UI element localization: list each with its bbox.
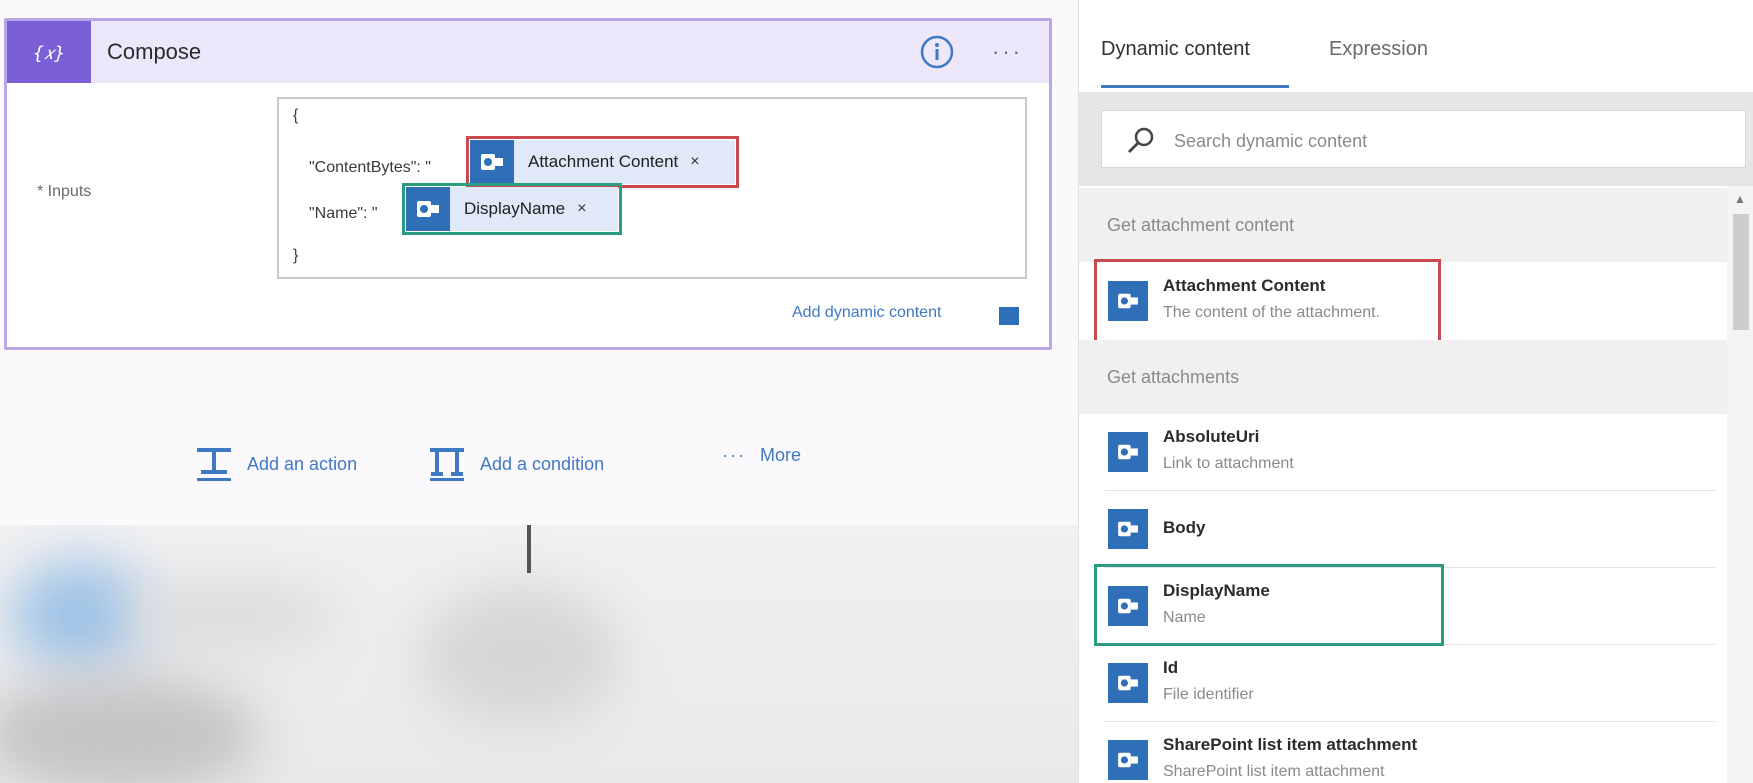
item-description: File identifier <box>1163 686 1254 703</box>
compose-header[interactable]: {𝑥} Compose ··· <box>7 21 1049 83</box>
outlook-icon <box>1108 740 1148 780</box>
dynamic-content-panel: Dynamic content Expression Get attachmen… <box>1078 0 1753 783</box>
inputs-field[interactable]: { "ContentBytes": " " "Name": " " } <box>277 97 1027 279</box>
dynamic-item-absoluteuri[interactable]: AbsoluteUri Link to attachment <box>1105 415 1715 491</box>
tab-expression[interactable]: Expression <box>1329 38 1428 61</box>
highlight-box <box>1094 564 1444 646</box>
search-box[interactable] <box>1101 110 1746 168</box>
variable-braces-icon: {𝑥} <box>7 21 91 83</box>
dynamic-item-sharepoint-list-item-attachment[interactable]: SharePoint list item attachment SharePoi… <box>1105 723 1715 783</box>
section-header-get-attachments: Get attachments <box>1079 340 1727 414</box>
dynamic-content-icon[interactable] <box>999 307 1019 325</box>
dynamic-item-body[interactable]: Body <box>1105 492 1715 568</box>
search-area <box>1079 92 1753 186</box>
outlook-icon <box>1108 509 1148 549</box>
more-options-button[interactable]: ··· <box>992 39 1023 65</box>
canvas-blurred-area <box>0 525 1078 783</box>
item-title: Body <box>1163 518 1206 537</box>
inputs-label: * Inputs <box>37 183 92 200</box>
add-condition-icon <box>430 448 464 481</box>
open-brace: { <box>293 107 299 124</box>
highlight-box <box>1094 259 1441 345</box>
compose-title: Compose <box>107 39 202 64</box>
outlook-icon <box>1108 663 1148 703</box>
dynamic-item-id[interactable]: Id File identifier <box>1105 646 1715 722</box>
more-dots: ··· <box>722 445 746 465</box>
item-description: Link to attachment <box>1163 455 1294 472</box>
more-label: More <box>759 445 801 465</box>
outlook-icon <box>1108 432 1148 472</box>
search-icon <box>1128 127 1154 153</box>
scrollbar-thumb[interactable] <box>1733 214 1749 330</box>
item-title: SharePoint list item attachment <box>1163 735 1418 754</box>
search-input[interactable] <box>1172 124 1716 158</box>
highlight-box <box>402 183 622 235</box>
add-action-button[interactable]: Add an action <box>195 445 357 483</box>
svg-text:{𝑥}: {𝑥} <box>33 43 66 64</box>
item-description: SharePoint list item attachment <box>1163 763 1385 780</box>
add-dynamic-content-link[interactable]: Add dynamic content <box>792 304 941 322</box>
name-key: "Name": " <box>309 205 378 222</box>
flow-connector-line <box>527 525 531 573</box>
info-circle-icon[interactable] <box>919 34 955 70</box>
add-action-label: Add an action <box>247 453 358 474</box>
item-title: AbsoluteUri <box>1163 427 1260 446</box>
content-bytes-key: "ContentBytes": " <box>309 159 431 176</box>
section-header-get-attachment-content: Get attachment content <box>1079 188 1727 262</box>
add-condition-button[interactable]: Add a condition <box>428 445 604 483</box>
close-brace: } <box>293 247 299 264</box>
more-button[interactable]: ··· More <box>722 445 801 466</box>
compose-action-card: {𝑥} Compose ··· * Inputs { "ContentBytes… <box>4 18 1052 350</box>
add-condition-label: Add a condition <box>480 453 605 474</box>
scroll-up-arrow-icon[interactable]: ▲ <box>1734 192 1746 206</box>
highlight-box <box>466 136 739 188</box>
add-action-icon <box>197 448 231 481</box>
active-tab-indicator <box>1101 85 1289 88</box>
item-title: Id <box>1163 658 1179 677</box>
tab-dynamic-content[interactable]: Dynamic content <box>1101 38 1250 61</box>
